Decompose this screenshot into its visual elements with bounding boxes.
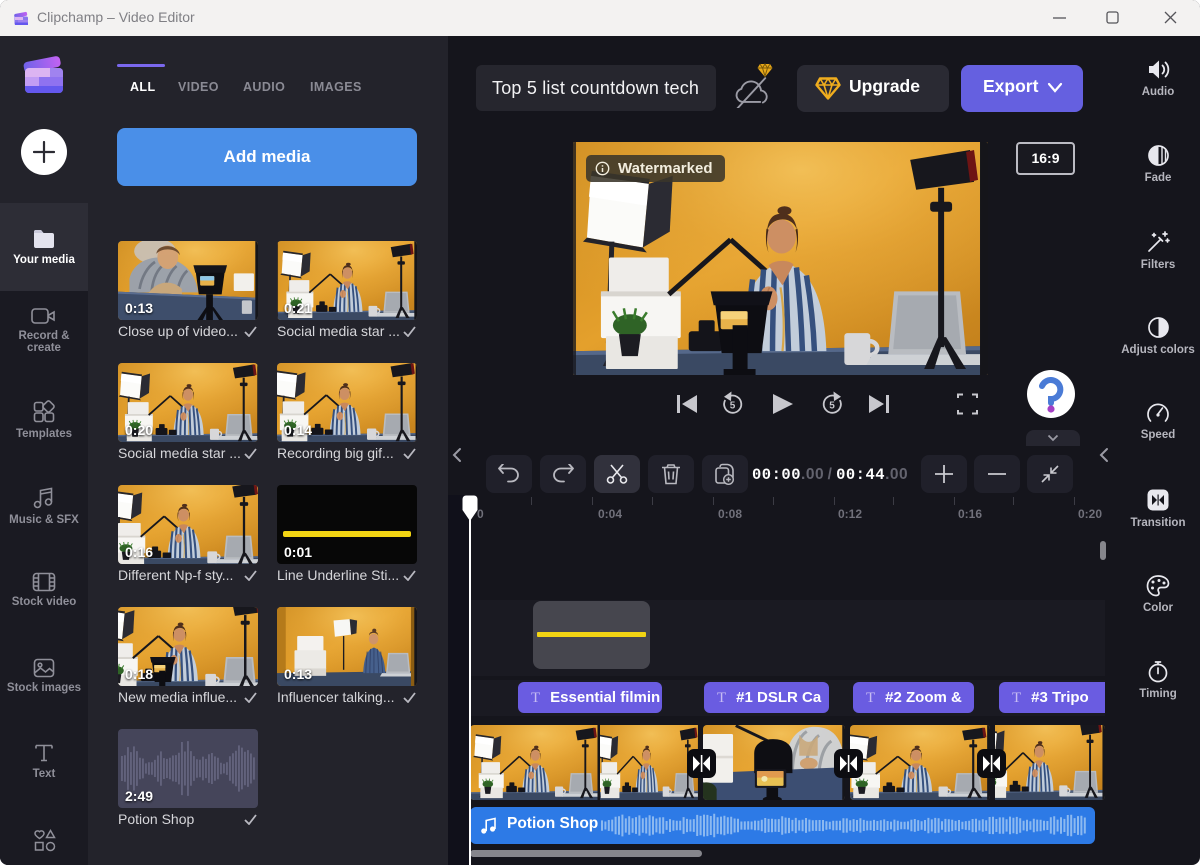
svg-text:5: 5 (829, 401, 835, 412)
svg-text:5: 5 (730, 401, 736, 412)
